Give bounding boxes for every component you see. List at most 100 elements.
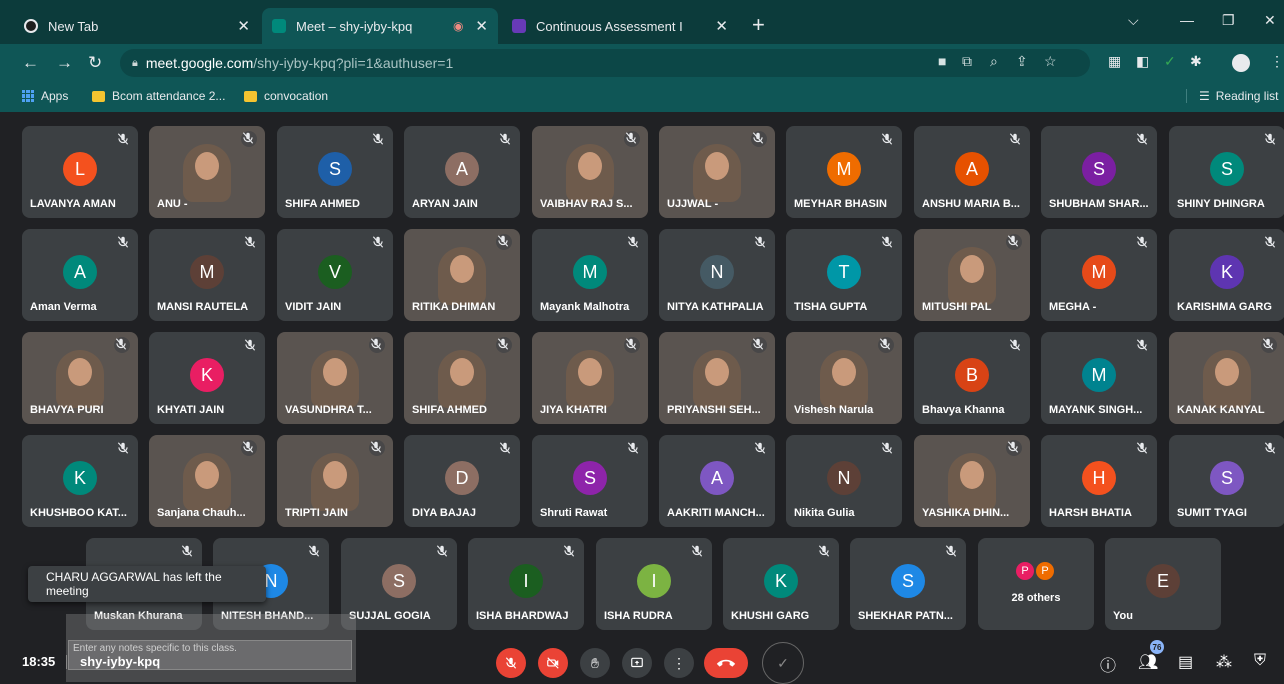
bookmark-apps[interactable]: Apps: [22, 89, 68, 103]
participant-tile[interactable]: S SHUBHAM SHAR...: [1041, 126, 1157, 218]
participant-tile[interactable]: K KARISHMA GARG: [1169, 229, 1284, 321]
bookmark-bcom-attendance[interactable]: Bcom attendance 2...: [92, 89, 225, 103]
camera-icon[interactable]: ■: [938, 53, 946, 69]
participant-tile[interactable]: N Nikita Gulia: [786, 435, 902, 527]
new-tab-button[interactable]: +: [752, 12, 765, 38]
zoom-icon[interactable]: ⌕: [990, 53, 998, 70]
folder-icon: [92, 90, 105, 102]
participant-tile[interactable]: D DIYA BAJAJ: [404, 435, 520, 527]
bookmark-star-icon[interactable]: ☆: [1044, 53, 1057, 70]
reading-list[interactable]: ☰ Reading list: [1186, 89, 1278, 103]
share-icon[interactable]: ⇪: [1016, 53, 1028, 70]
tab-meet[interactable]: Meet – shy-iyby-kpq ◉ ✕: [262, 8, 498, 44]
close-icon[interactable]: ✕: [715, 17, 728, 35]
window-close-icon[interactable]: ✕: [1264, 12, 1276, 29]
minimize-icon[interactable]: —: [1180, 12, 1194, 28]
reload-icon[interactable]: ↻: [88, 53, 102, 73]
participant-tile[interactable]: RITIKA DHIMAN: [404, 229, 520, 321]
participant-tile[interactable]: M MEGHA -: [1041, 229, 1157, 321]
restore-icon[interactable]: ❐: [1222, 12, 1235, 29]
present-screen-button[interactable]: [622, 648, 652, 678]
forward-icon[interactable]: →: [56, 53, 73, 73]
participant-tile[interactable]: K KHUSHI GARG: [723, 538, 839, 630]
extensions-puzzle-icon[interactable]: ✱: [1190, 53, 1202, 70]
participant-tile[interactable]: V VIDIT JAIN: [277, 229, 393, 321]
meeting-time: 18:35: [22, 654, 56, 669]
participant-tile[interactable]: Vishesh Narula: [786, 332, 902, 424]
tab-search-icon[interactable]: ⌵: [1128, 12, 1139, 29]
chat-icon[interactable]: ▤: [1178, 652, 1193, 672]
participant-tile[interactable]: TRIPTI JAIN: [277, 435, 393, 527]
avatar: T: [827, 255, 861, 289]
avatar: M: [827, 152, 861, 186]
participant-tile[interactable]: UJJWAL -: [659, 126, 775, 218]
leave-call-button[interactable]: [704, 648, 748, 678]
participant-tile[interactable]: YASHIKA DHIN...: [914, 435, 1030, 527]
participant-tile[interactable]: I ISHA RUDRA: [596, 538, 712, 630]
back-icon[interactable]: ←: [22, 53, 39, 73]
participant-tile[interactable]: KANAK KANYAL: [1169, 332, 1284, 424]
close-icon[interactable]: ✕: [475, 17, 488, 35]
participant-tile[interactable]: K KHYATI JAIN: [149, 332, 265, 424]
participant-tile[interactable]: I ISHA BHARDWAJ: [468, 538, 584, 630]
open-external-icon[interactable]: ⧉: [962, 53, 972, 70]
mic-off-button[interactable]: [496, 648, 526, 678]
participant-tile[interactable]: L LAVANYA AMAN: [22, 126, 138, 218]
close-icon[interactable]: ✕: [237, 17, 250, 35]
participant-tile[interactable]: VAIBHAV RAJ S...: [532, 126, 648, 218]
participant-tile[interactable]: M MANSI RAUTELA: [149, 229, 265, 321]
participant-tile[interactable]: T TISHA GUPTA: [786, 229, 902, 321]
participant-tile[interactable]: MITUSHI PAL: [914, 229, 1030, 321]
profile-avatar[interactable]: [1232, 54, 1250, 72]
host-controls-icon[interactable]: ⛨: [1254, 652, 1266, 670]
divider: [66, 655, 67, 669]
extension-check-icon[interactable]: ✓: [1164, 53, 1176, 70]
participant-tile[interactable]: PRIYANSHI SEH...: [659, 332, 775, 424]
participant-tile[interactable]: A Aman Verma: [22, 229, 138, 321]
participant-tile[interactable]: M MAYANK SINGH...: [1041, 332, 1157, 424]
mic-muted-icon: [1263, 132, 1277, 146]
extension-columns-icon[interactable]: ◧: [1136, 53, 1149, 70]
tab-forms[interactable]: Continuous Assessment I ✕: [502, 8, 738, 44]
meeting-details-icon[interactable]: ⓘ: [1100, 652, 1116, 676]
others-label: 28 others: [1011, 592, 1061, 604]
avatar: P: [1016, 562, 1034, 580]
bookmark-convocation[interactable]: convocation: [244, 89, 328, 103]
more-options-button[interactable]: ⋮: [664, 648, 694, 678]
participant-tile[interactable]: M MEYHAR BHASIN: [786, 126, 902, 218]
participant-tile[interactable]: A ANSHU MARIA B...: [914, 126, 1030, 218]
participant-name: KHYATI JAIN: [157, 404, 225, 416]
participant-tile[interactable]: Sanjana Chauh...: [149, 435, 265, 527]
participant-tile[interactable]: S SUMIT TYAGI: [1169, 435, 1284, 527]
participant-tile[interactable]: S Shruti Rawat: [532, 435, 648, 527]
participant-tile[interactable]: N NITYA KATHPALIA: [659, 229, 775, 321]
participant-tile[interactable]: K KHUSHBOO KAT...: [22, 435, 138, 527]
camera-off-button[interactable]: [538, 648, 568, 678]
mic-muted-icon: [1135, 338, 1149, 352]
participant-tile[interactable]: H HARSH BHATIA: [1041, 435, 1157, 527]
participant-tile[interactable]: JIYA KHATRI: [532, 332, 648, 424]
people-icon[interactable]: 👥︎: [1138, 652, 1158, 672]
participant-name: BHAVYA PURI: [30, 404, 104, 416]
menu-dots-icon[interactable]: ⋮: [1270, 53, 1284, 70]
participant-tile[interactable]: S SHINY DHINGRA: [1169, 126, 1284, 218]
activities-icon[interactable]: ⁂: [1216, 652, 1232, 672]
more-vert-icon: ⋮: [672, 654, 686, 671]
participant-tile[interactable]: B Bhavya Khanna: [914, 332, 1030, 424]
participant-tile[interactable]: E You: [1105, 538, 1221, 630]
extension-check-button[interactable]: ✓: [762, 642, 804, 684]
participant-tile[interactable]: VASUNDHRA T...: [277, 332, 393, 424]
participant-tile[interactable]: M Mayank Malhotra: [532, 229, 648, 321]
participant-tile[interactable]: S SUJJAL GOGIA: [341, 538, 457, 630]
extension-grid-icon[interactable]: ▦: [1108, 53, 1121, 70]
participant-tile[interactable]: SHIFA AHMED: [404, 332, 520, 424]
participant-tile[interactable]: S SHIFA AHMED: [277, 126, 393, 218]
participant-tile[interactable]: S SHEKHAR PATN...: [850, 538, 966, 630]
participant-tile[interactable]: A AAKRITI MANCH...: [659, 435, 775, 527]
tab-new-tab[interactable]: New Tab ✕: [14, 8, 260, 44]
participant-tile[interactable]: BHAVYA PURI: [22, 332, 138, 424]
raise-hand-button[interactable]: ✋︎: [580, 648, 610, 678]
others-tile[interactable]: P P 28 others: [978, 538, 1094, 630]
participant-tile[interactable]: ANU -: [149, 126, 265, 218]
participant-tile[interactable]: A ARYAN JAIN: [404, 126, 520, 218]
